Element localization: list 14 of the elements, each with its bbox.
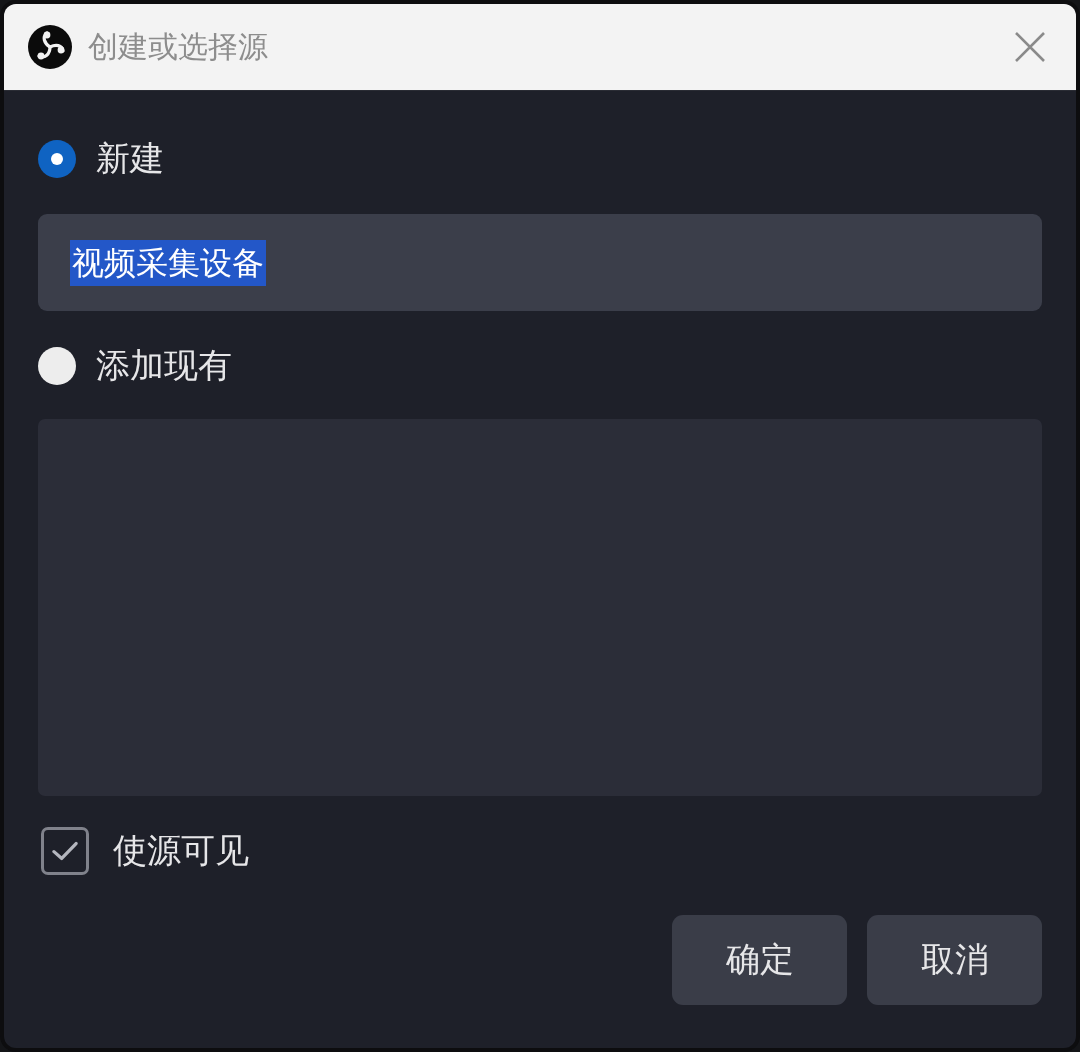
radio-label: 添加现有	[96, 344, 232, 387]
radio-button[interactable]	[38, 347, 76, 385]
dialog-button[interactable]: 确定	[672, 915, 847, 1005]
checkmark-icon	[52, 841, 78, 861]
input-value: 视频采集设备	[70, 239, 266, 286]
dialog-button[interactable]: 取消	[867, 915, 1042, 1005]
checkbox-label: 使源可见	[113, 829, 249, 872]
radio-button[interactable]	[38, 140, 76, 178]
radio-label: 新建	[96, 137, 164, 180]
close-icon[interactable]	[1014, 31, 1046, 63]
name-input-field[interactable]: 视频采集设备	[38, 214, 1042, 311]
window-title: 创建或选择源	[88, 27, 268, 66]
app-logo-icon	[28, 25, 72, 69]
checkbox[interactable]	[41, 827, 89, 875]
